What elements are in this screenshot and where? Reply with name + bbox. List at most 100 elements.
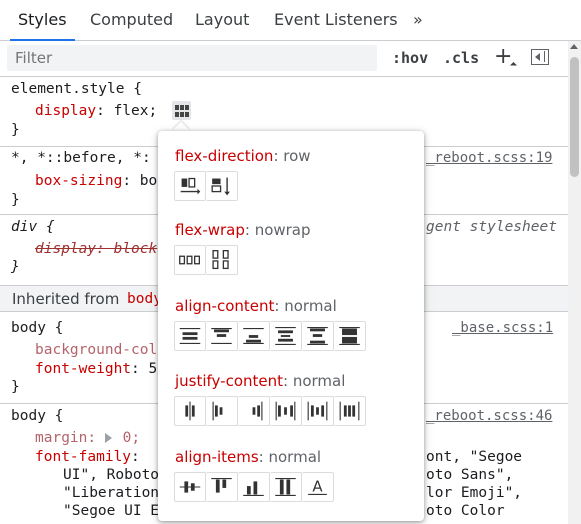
svg-text:A: A [312,478,323,496]
rule-selector-universal[interactable]: *, *::before, *: [11,150,151,166]
filter-input[interactable] [7,45,377,71]
property-value[interactable]: 5 [149,361,158,377]
scroll-up-arrow-icon[interactable] [570,44,578,49]
align-content-space-between-button[interactable] [302,321,334,351]
rule-close-brace: } [11,259,20,275]
align-content-stretch-button[interactable] [334,321,366,351]
flexbox-editor-icon[interactable] [172,101,191,120]
align-items-flex-start-button[interactable] [206,472,238,502]
user-agent-stylesheet-label: gent stylesheet [426,219,557,235]
font-family-value-fragment: oto Color [426,503,505,519]
declaration-box-sizing[interactable]: box-sizing: bo [35,173,157,189]
font-family-value-fragment: lor Emoji", [426,485,523,501]
font-family-value-fragment: oto Sans", [426,467,514,483]
flex-direction-row-icon [175,172,205,200]
justify-content-flex-start-icon [206,397,237,425]
align-content-flex-end-button[interactable] [238,321,270,351]
justify-content-space-between-button[interactable] [270,396,302,426]
flex-direction-column-button[interactable] [206,171,238,201]
align-items-stretch-icon [270,473,301,501]
align-content-space-around-icon [270,322,301,350]
source-link-reboot[interactable]: _reboot.scss:46 [426,408,552,424]
rule-selector-div[interactable]: div { [11,219,55,235]
align-items-baseline-icon: A [302,473,333,501]
align-content-flex-start-icon [206,322,237,350]
align-content-flex-start-button[interactable] [206,321,238,351]
flex-direction-row-button[interactable] [174,171,206,201]
flex-direction-label: flex-direction: row [175,147,311,165]
property-name[interactable]: display [35,103,96,119]
justify-content-space-evenly-icon [334,397,365,425]
align-content-center-button[interactable] [174,321,206,351]
styles-toolbar: :hov .cls + [0,41,568,75]
declaration-display-block-overridden[interactable]: display: block [35,241,157,257]
scrollbar-thumb[interactable] [570,57,579,177]
justify-content-space-around-button[interactable] [302,396,334,426]
align-content-space-around-button[interactable] [270,321,302,351]
align-content-buttons [174,321,366,353]
rule-selector-body[interactable]: body { [11,408,63,424]
align-items-buttons: A [174,472,334,504]
rule-close-brace: } [11,122,20,138]
justify-content-center-button[interactable] [174,396,206,426]
justify-content-space-evenly-button[interactable] [334,396,366,426]
font-family-value-fragment: "Segoe UI E [63,503,160,519]
flex-direction-buttons [174,171,238,203]
property-name[interactable]: box-sizing [35,173,122,189]
property-name[interactable]: margin [35,430,87,446]
property-name[interactable]: font-weight [35,361,131,377]
align-content-space-between-icon [302,322,333,350]
align-content-flex-end-icon [238,322,269,350]
rule-selector-element-style[interactable]: element.style { [11,81,142,97]
declaration-background-color[interactable]: background-col [35,342,157,358]
flexbox-editor-popup: flex-direction: row flex-wrap: nowrap al… [158,131,424,521]
justify-content-center-icon [175,397,205,425]
source-link-reboot[interactable]: _reboot.scss:19 [426,150,552,166]
expand-shorthand-icon[interactable] [104,433,112,443]
font-family-value-fragment: "Liberation [63,485,160,501]
property-value[interactable]: 0; [123,430,140,446]
declaration-font-family[interactable]: font-family: [35,449,149,465]
justify-content-space-around-icon [302,397,333,425]
align-items-center-button[interactable] [174,472,206,502]
justify-content-flex-start-button[interactable] [206,396,238,426]
flex-wrap-wrap-button[interactable] [206,245,238,275]
rule-close-brace: } [11,192,20,208]
inherited-element-link[interactable]: body [127,291,162,307]
justify-content-label: justify-content: normal [175,372,346,390]
flex-wrap-label: flex-wrap: nowrap [175,221,311,239]
align-items-center-icon [175,473,205,501]
align-items-baseline-button[interactable]: A [302,472,334,502]
justify-content-buttons [174,396,366,428]
flex-wrap-nowrap-icon [175,246,205,274]
toggle-sidebar-icon[interactable] [531,49,549,65]
declaration-display-flex[interactable]: display: flex; [35,103,157,119]
flex-wrap-nowrap-button[interactable] [174,245,206,275]
align-items-stretch-button[interactable] [270,472,302,502]
tab-event-listeners[interactable]: Event Listeners [274,0,398,40]
property-name[interactable]: font-family [35,449,131,465]
flex-direction-column-icon [206,172,237,200]
source-link-base[interactable]: _base.scss:1 [452,320,553,336]
declaration-font-weight[interactable]: font-weight: 5 [35,361,157,377]
align-items-flex-end-button[interactable] [238,472,270,502]
align-items-flex-start-icon [206,473,237,501]
more-tabs-icon[interactable]: » [413,10,423,29]
tab-styles[interactable]: Styles [10,0,74,41]
property-value[interactable]: bo [140,173,157,189]
align-content-center-icon [175,322,205,350]
tab-layout[interactable]: Layout [195,0,249,40]
cls-button[interactable]: .cls [443,49,479,67]
justify-content-flex-end-button[interactable] [238,396,270,426]
align-items-label: align-items: normal [175,448,322,466]
font-family-value-fragment: UI", Roboto [63,467,160,483]
inherited-label: Inherited from [12,290,120,308]
hov-button[interactable]: :hov [392,49,428,67]
rule-selector-body[interactable]: body { [11,320,63,336]
declaration-margin[interactable]: margin: 0; [35,430,140,446]
justify-content-flex-end-icon [238,397,269,425]
rule-close-brace: } [11,379,20,395]
tab-computed[interactable]: Computed [90,0,173,40]
property-value[interactable]: flex; [114,103,158,119]
align-items-flex-end-icon [238,473,269,501]
